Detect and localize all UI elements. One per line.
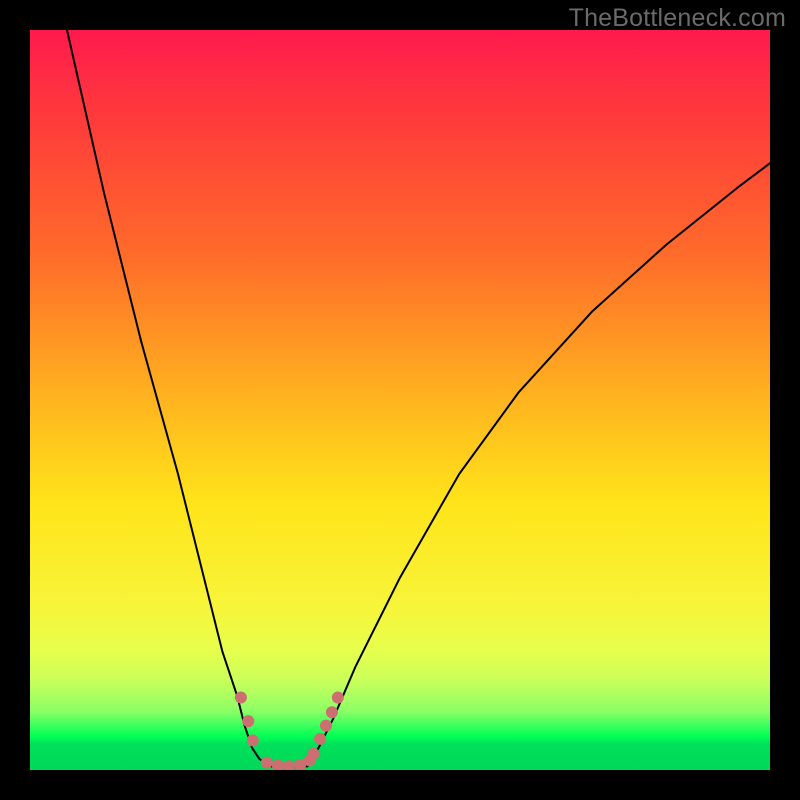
highlight-marker xyxy=(235,691,247,703)
watermark-label: TheBottleneck.com xyxy=(569,4,786,33)
bottleneck-curve-left xyxy=(67,30,271,766)
highlight-marker xyxy=(272,760,284,770)
highlight-marker xyxy=(320,720,332,732)
plot-background-gradient xyxy=(30,30,770,770)
highlight-marker xyxy=(242,715,254,727)
bottleneck-curve-right xyxy=(308,163,771,766)
highlight-marker xyxy=(261,757,273,769)
curve-svg-layer xyxy=(30,30,770,770)
highlight-marker xyxy=(314,733,326,745)
highlight-marker xyxy=(326,706,338,718)
highlight-marker xyxy=(283,760,295,770)
highlight-marker xyxy=(247,734,259,746)
chart-canvas: TheBottleneck.com xyxy=(0,0,800,800)
marker-group xyxy=(235,691,344,770)
curve-group xyxy=(67,30,770,768)
highlight-marker xyxy=(332,691,344,703)
highlight-marker xyxy=(307,748,319,760)
